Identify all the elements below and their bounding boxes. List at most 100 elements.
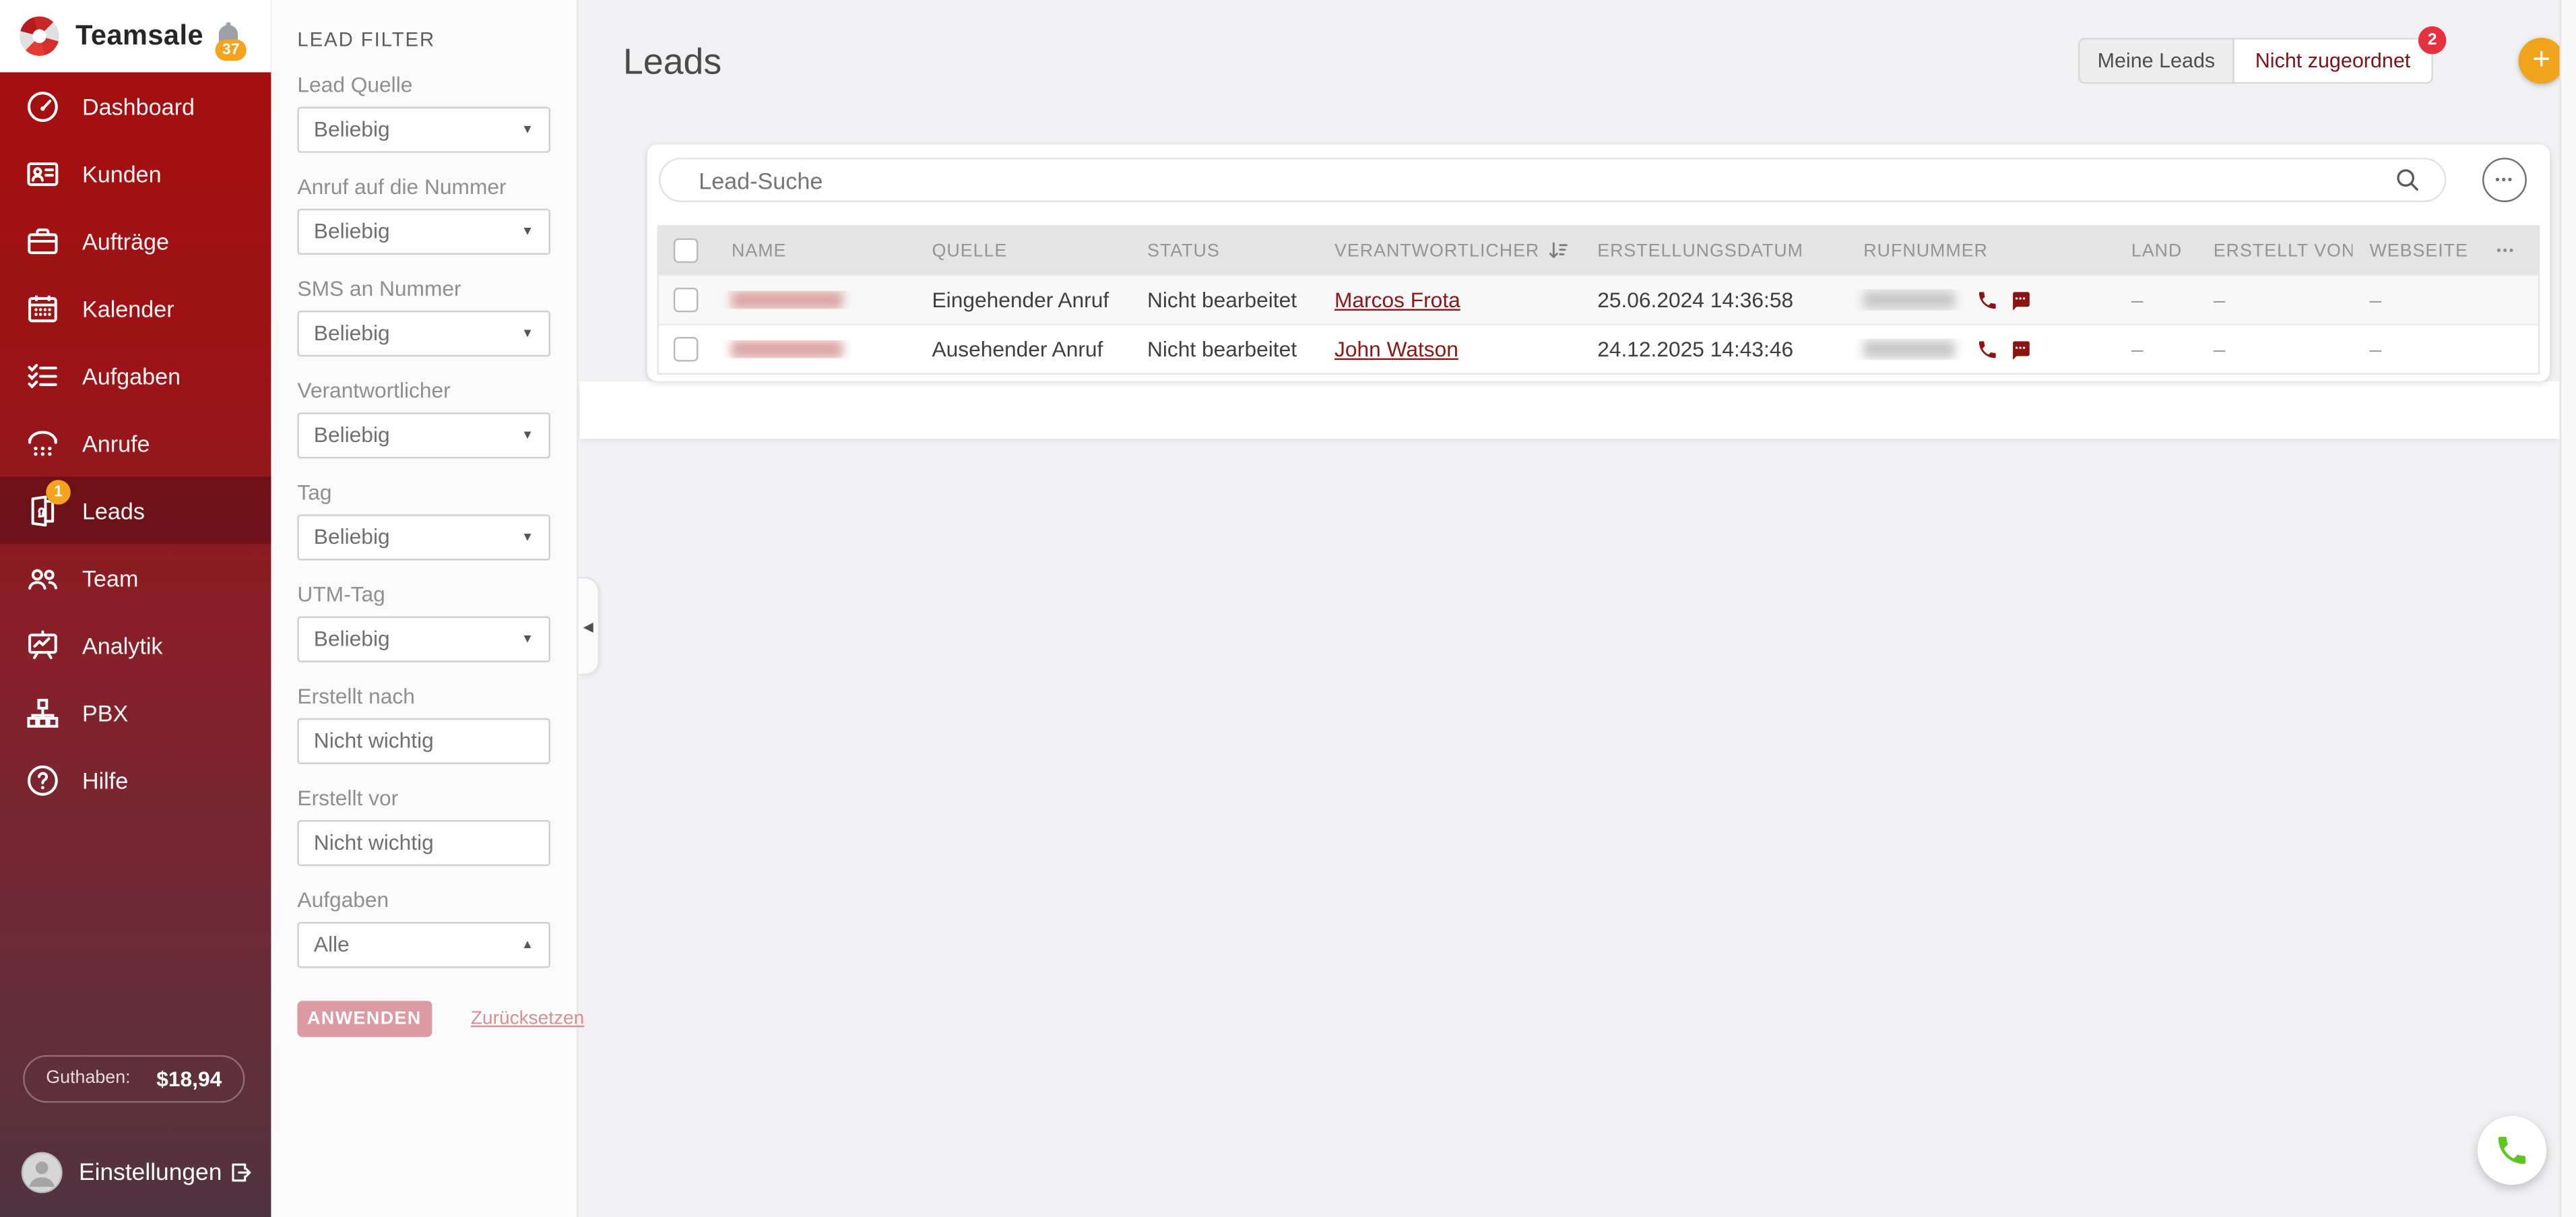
tab-label: Nicht zugeordnet (2255, 49, 2411, 73)
sidebar: Teamsale 37 Dashboard Kunden Aufträge Ka… (0, 0, 271, 1217)
call-icon[interactable] (1977, 338, 1999, 361)
leads-count-badge: 1 (46, 480, 71, 505)
sidebar-item-label: Kalender (82, 294, 174, 321)
cell-erstellt-von: – (2213, 287, 2226, 313)
tag-select[interactable]: Beliebig ▼ (297, 514, 550, 560)
sidebar-item-label: Aufträge (82, 227, 170, 254)
filter-collapse-tab[interactable]: ◀ (577, 577, 600, 676)
columns-menu-icon[interactable]: ••• (2497, 243, 2515, 258)
redacted-phone-number (1863, 340, 1956, 358)
responsible-link[interactable]: Marcos Frota (1334, 288, 1460, 313)
sidebar-item-team[interactable]: Team (0, 544, 270, 611)
col-verantwortlicher[interactable]: VERANTWORTLICHER (1318, 240, 1581, 261)
sidebar-item-kunden[interactable]: Kunden (0, 139, 270, 207)
call-fab-button[interactable] (2477, 1115, 2547, 1185)
anruf-nummer-select[interactable]: Beliebig ▼ (297, 208, 550, 254)
cell-erstellungsdatum: 24.12.2025 14:43:46 (1597, 336, 1794, 362)
col-quelle[interactable]: QUELLE (915, 241, 1130, 260)
erstellt-nach-input[interactable] (313, 728, 534, 753)
table-row[interactable]: Ausehender Anruf Nicht bearbeitet John W… (659, 323, 2538, 373)
redacted-lead-name[interactable] (731, 290, 843, 309)
filter-label: Tag (297, 480, 332, 505)
page-title: Leads (623, 40, 722, 82)
filter-panel-title: LEAD FILTER (297, 28, 436, 51)
chevron-down-icon: ▼ (521, 122, 534, 137)
redacted-lead-name[interactable] (731, 340, 843, 358)
teamsale-logo-icon[interactable] (16, 13, 62, 59)
sidebar-item-hilfe[interactable]: Hilfe (0, 746, 270, 813)
logout-icon[interactable] (228, 1160, 253, 1185)
sidebar-item-dashboard[interactable]: Dashboard (0, 72, 270, 139)
app-window: Teamsale 37 Dashboard Kunden Aufträge Ka… (0, 0, 2576, 1217)
reset-link[interactable]: Zurücksetzen (471, 1009, 584, 1028)
chevron-down-icon: ▼ (521, 427, 534, 443)
page-scrollbar[interactable] (2558, 0, 2576, 1217)
cell-quelle: Eingehender Anruf (932, 287, 1109, 313)
col-erstellt-von[interactable]: ERSTELLT VON (2197, 241, 2353, 260)
chevron-down-icon: ▼ (521, 325, 534, 341)
filter-erstellt-vor: Erstellt vor (297, 786, 550, 866)
sidebar-item-aufgaben[interactable]: Aufgaben (0, 342, 270, 409)
sidebar-item-pbx[interactable]: PBX (0, 679, 270, 746)
settings-label: Einstellungen (79, 1159, 222, 1186)
lead-view-tabs: Meine Leads Nicht zugeordnet (2078, 38, 2433, 84)
filter-tag: Tag Beliebig ▼ (297, 480, 550, 560)
erstellt-vor-field[interactable] (297, 819, 550, 866)
sidebar-item-leads[interactable]: 1 Leads (0, 476, 271, 544)
table-row[interactable]: Eingehender Anruf Nicht bearbeitet Marco… (659, 274, 2538, 324)
filter-label: Lead Quelle (297, 72, 413, 97)
cell-quelle: Ausehender Anruf (932, 336, 1103, 362)
logo-bar: Teamsale 37 (0, 0, 271, 73)
avatar[interactable] (21, 1152, 63, 1193)
notifications-count-badge: 37 (215, 38, 247, 61)
select-value: Beliebig (313, 321, 390, 346)
col-land[interactable]: LAND (2115, 241, 2197, 260)
responsible-link[interactable]: John Watson (1334, 337, 1458, 362)
add-lead-button[interactable]: + (2518, 38, 2565, 84)
call-icon[interactable] (1977, 289, 1999, 311)
search-options-button[interactable]: ••• (2482, 158, 2527, 202)
tab-meine-leads[interactable]: Meine Leads (2078, 38, 2234, 84)
col-status[interactable]: STATUS (1131, 241, 1318, 260)
sms-icon[interactable] (2009, 338, 2031, 361)
col-name[interactable]: NAME (715, 241, 916, 260)
select-all-checkbox[interactable] (674, 239, 698, 263)
collapse-arrow-icon: ◀ (583, 619, 593, 634)
row-checkbox[interactable] (674, 337, 698, 361)
col-rufnummer[interactable]: RUFNUMMER (1847, 241, 2115, 260)
tab-nicht-zugeordnet[interactable]: Nicht zugeordnet (2234, 38, 2433, 84)
search-icon[interactable] (2394, 166, 2422, 193)
briefcase-icon (28, 227, 58, 253)
sidebar-item-anrufe[interactable]: Anrufe (0, 409, 270, 476)
search-pill[interactable] (659, 158, 2447, 202)
sort-icon[interactable] (1547, 240, 1569, 261)
sidebar-item-label: Analytik (82, 631, 163, 658)
erstellt-vor-input[interactable] (313, 830, 534, 855)
apply-button[interactable]: ANWENDEN (297, 999, 432, 1037)
erstellt-nach-field[interactable] (297, 718, 550, 763)
analytics-board-icon (28, 629, 57, 658)
utm-tag-select[interactable]: Beliebig ▼ (297, 616, 550, 662)
sidebar-item-analytik[interactable]: Analytik (0, 611, 270, 679)
col-label: VERANTWORTLICHER (1334, 241, 1540, 261)
balance-pill[interactable]: Guthaben: $18,94 (23, 1054, 245, 1102)
sidebar-item-kalender[interactable]: Kalender (0, 274, 270, 342)
content-sheet-bottom (579, 381, 2559, 438)
team-people-icon (28, 568, 58, 589)
sidebar-item-label: Team (82, 564, 139, 591)
settings-row[interactable]: Einstellungen (0, 1142, 270, 1204)
row-checkbox[interactable] (674, 288, 698, 312)
filter-lead-quelle: Lead Quelle Beliebig ▼ (297, 72, 550, 152)
avatar-person-icon (29, 1161, 55, 1187)
sidebar-item-auftraege[interactable]: Aufträge (0, 207, 270, 274)
sms-nummer-select[interactable]: Beliebig ▼ (297, 310, 550, 356)
app-title: Teamsale (75, 20, 204, 51)
verantwortlicher-select[interactable]: Beliebig ▼ (297, 412, 550, 458)
col-erstellungsdatum[interactable]: ERSTELLUNGSDATUM (1581, 241, 1847, 260)
sms-icon[interactable] (2009, 289, 2031, 311)
aufgaben-select[interactable]: Alle ▲ (297, 922, 550, 968)
col-webseite[interactable]: WEBSEITE (2353, 241, 2468, 260)
search-input[interactable] (695, 165, 2395, 195)
plus-icon: + (2532, 42, 2551, 77)
lead-quelle-select[interactable]: Beliebig ▼ (297, 106, 550, 152)
